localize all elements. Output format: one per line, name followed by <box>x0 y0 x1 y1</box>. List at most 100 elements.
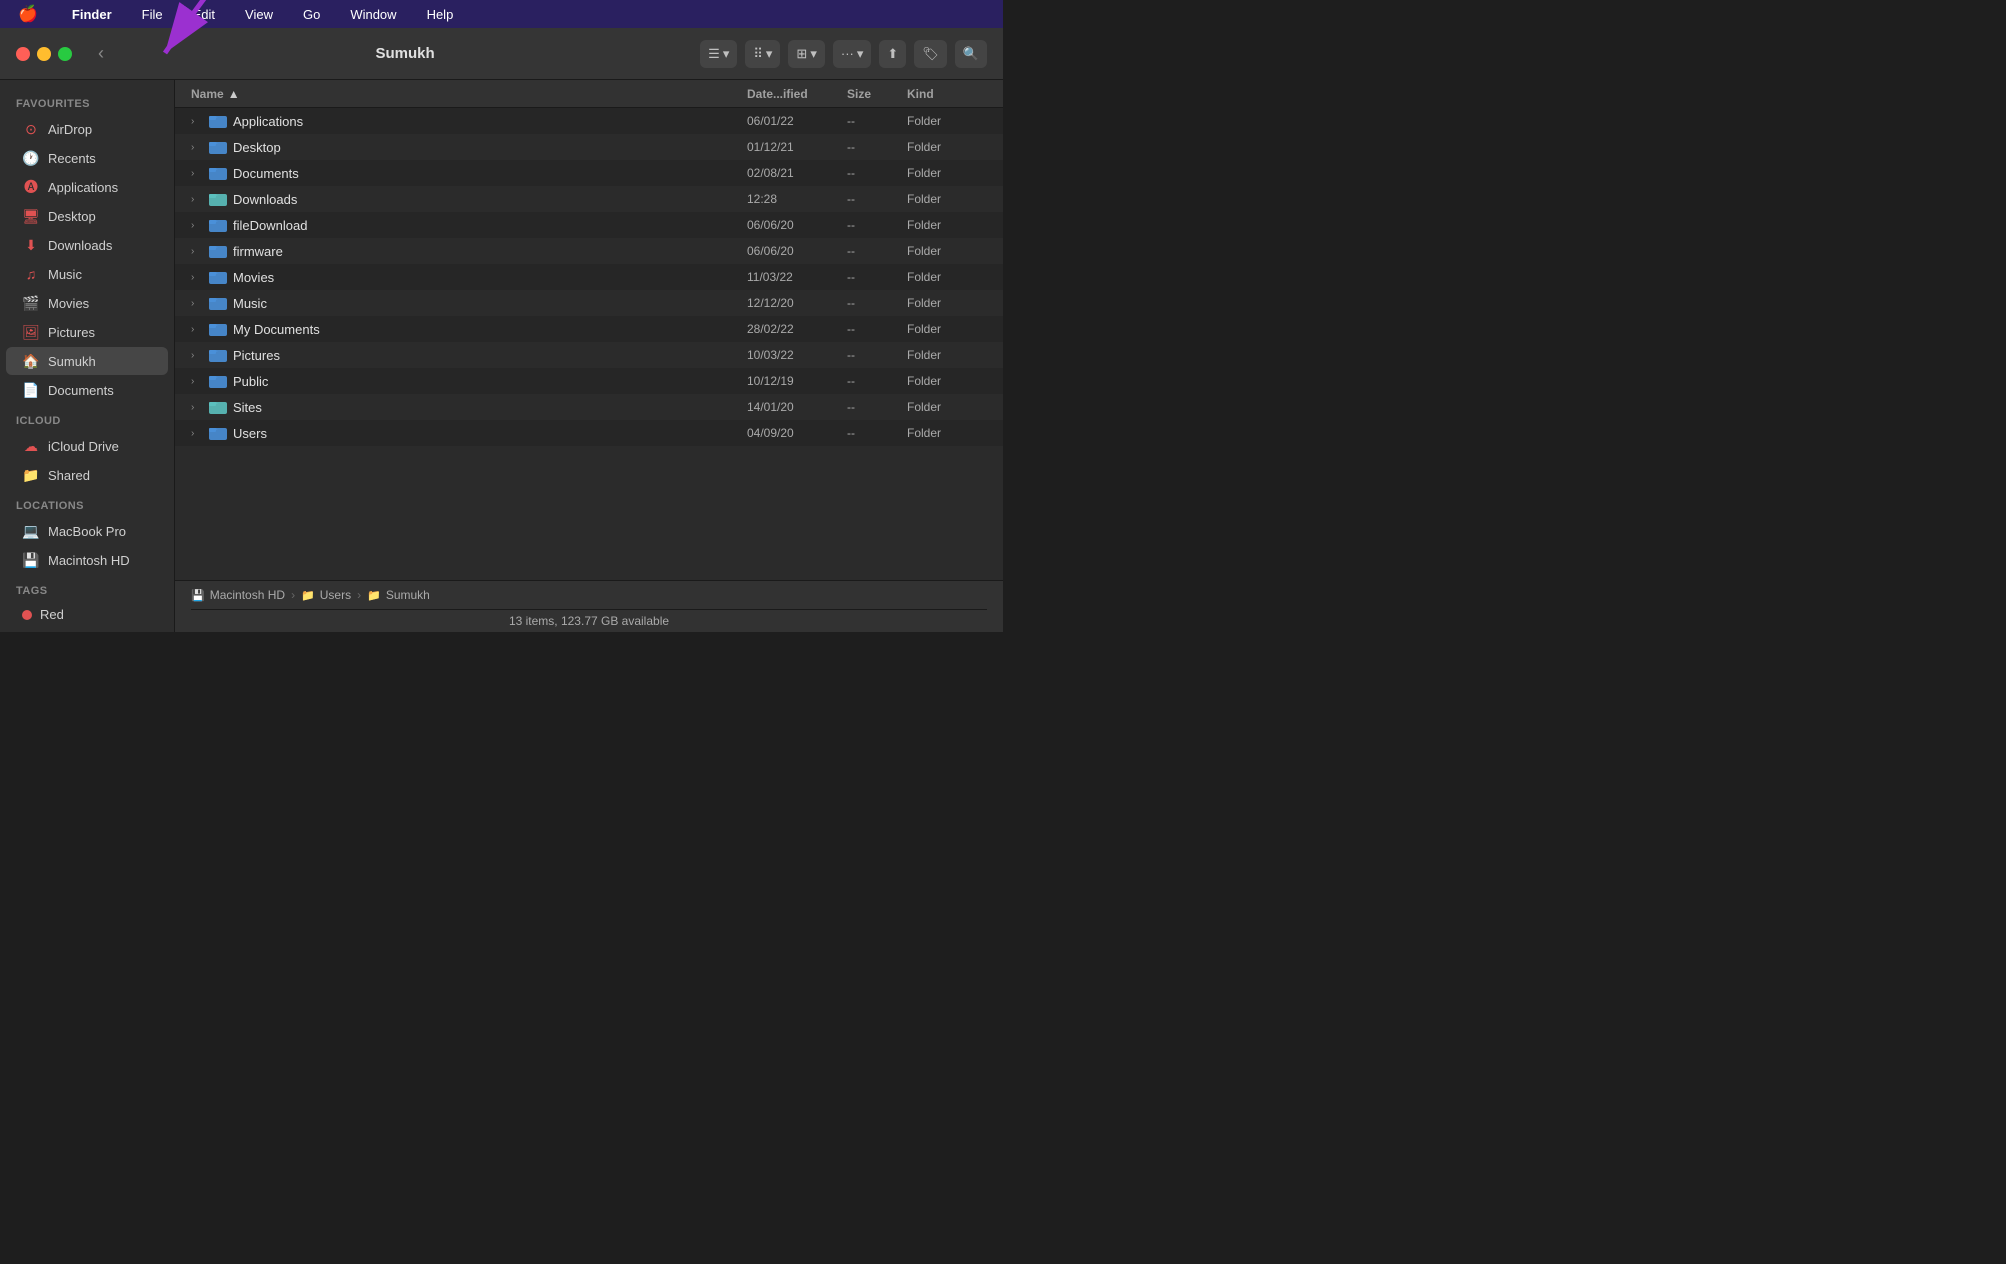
folder-icon <box>209 320 227 338</box>
column-size-header[interactable]: Size <box>847 87 907 101</box>
list-dropdown-icon: ▾ <box>723 46 730 62</box>
sidebar-item-documents[interactable]: 📄 Documents <box>6 376 168 404</box>
sidebar-item-label: Desktop <box>48 209 96 224</box>
folder-icon <box>209 216 227 234</box>
file-size: -- <box>847 296 907 310</box>
sidebar-item-applications[interactable]: 🅐 Applications <box>6 173 168 201</box>
column-kind-header[interactable]: Kind <box>907 87 987 101</box>
minimize-button[interactable] <box>37 47 51 61</box>
zoom-button[interactable] <box>58 47 72 61</box>
folder-icon <box>209 242 227 260</box>
edit-menu[interactable]: Edit <box>187 5 221 24</box>
sidebar-item-recents[interactable]: 🕐 Recents <box>6 144 168 172</box>
sidebar-item-macintosh-hd[interactable]: 💾 Macintosh HD <box>6 546 168 574</box>
file-size: -- <box>847 244 907 258</box>
search-button[interactable]: 🔍 <box>955 40 987 68</box>
window-title: Sumukh <box>122 45 688 62</box>
close-button[interactable] <box>16 47 30 61</box>
breadcrumb-macintosh-hd[interactable]: 💾 Macintosh HD <box>191 588 285 602</box>
expand-chevron[interactable]: › <box>191 402 205 413</box>
sidebar-item-macbook-pro[interactable]: 💻 MacBook Pro <box>6 517 168 545</box>
back-button[interactable]: ‹ <box>92 39 110 68</box>
sidebar-item-label: iCloud Drive <box>48 439 119 454</box>
apple-menu[interactable]: 🍎 <box>12 2 44 26</box>
table-row[interactable]: › firmware 06/06/20 -- Folder <box>175 238 1003 264</box>
expand-chevron[interactable]: › <box>191 220 205 231</box>
expand-chevron[interactable]: › <box>191 350 205 361</box>
help-menu[interactable]: Help <box>421 5 460 24</box>
table-row[interactable]: › Public 10/12/19 -- Folder <box>175 368 1003 394</box>
table-row[interactable]: › Documents 02/08/21 -- Folder <box>175 160 1003 186</box>
grid-dropdown-icon: ▾ <box>810 46 817 62</box>
table-row[interactable]: › Desktop 01/12/21 -- Folder <box>175 134 1003 160</box>
sidebar-item-label: MacBook Pro <box>48 524 126 539</box>
file-kind: Folder <box>907 140 987 154</box>
sidebar-item-movies[interactable]: 🎬 Movies <box>6 289 168 317</box>
breadcrumb-sumukh[interactable]: 📁 Sumukh <box>367 588 430 602</box>
view-hierarchy-button[interactable]: ⠿ ▾ <box>745 40 780 68</box>
folder-icon <box>209 398 227 416</box>
expand-chevron[interactable]: › <box>191 194 205 205</box>
file-date: 04/09/20 <box>747 426 847 440</box>
sidebar-item-pictures[interactable]: 🖼 Pictures <box>6 318 168 346</box>
file-kind: Folder <box>907 322 987 336</box>
expand-chevron[interactable]: › <box>191 168 205 179</box>
file-date: 12/12/20 <box>747 296 847 310</box>
sidebar-item-icloud-drive[interactable]: ☁ iCloud Drive <box>6 432 168 460</box>
table-row[interactable]: › Pictures 10/03/22 -- Folder <box>175 342 1003 368</box>
expand-chevron[interactable]: › <box>191 376 205 387</box>
breadcrumb-users[interactable]: 📁 Users <box>301 588 351 602</box>
sidebar-item-label: Applications <box>48 180 118 195</box>
desktop-icon: 🖥 <box>22 207 40 225</box>
sidebar-item-tag-orange[interactable]: Orange <box>6 628 168 632</box>
expand-chevron[interactable]: › <box>191 324 205 335</box>
sidebar-item-tag-red[interactable]: Red <box>6 602 168 627</box>
table-row[interactable]: › Applications 06/01/22 -- Folder <box>175 108 1003 134</box>
table-row[interactable]: › Sites 14/01/20 -- Folder <box>175 394 1003 420</box>
sidebar-item-shared[interactable]: 📁 Shared <box>6 461 168 489</box>
view-list-button[interactable]: ☰ ▾ <box>700 40 737 68</box>
expand-chevron[interactable]: › <box>191 428 205 439</box>
more-button[interactable]: ··· ▾ <box>833 40 872 68</box>
file-name: Sites <box>233 400 747 415</box>
file-date: 12:28 <box>747 192 847 206</box>
view-menu[interactable]: View <box>239 5 279 24</box>
sidebar-item-desktop[interactable]: 🖥 Desktop <box>6 202 168 230</box>
pictures-icon: 🖼 <box>22 323 40 341</box>
expand-chevron[interactable]: › <box>191 246 205 257</box>
window-menu[interactable]: Window <box>344 5 402 24</box>
column-date-header[interactable]: Date...ified <box>747 87 847 101</box>
view-grid-button[interactable]: ⊞ ▾ <box>788 40 824 68</box>
sidebar-item-music[interactable]: ♫ Music <box>6 260 168 288</box>
sidebar-item-airdrop[interactable]: ⊙ AirDrop <box>6 115 168 143</box>
sidebar-item-sumukh[interactable]: 🏠 Sumukh <box>6 347 168 375</box>
table-row[interactable]: › Movies 11/03/22 -- Folder <box>175 264 1003 290</box>
table-row[interactable]: › Downloads 12:28 -- Folder <box>175 186 1003 212</box>
file-menu[interactable]: File <box>136 5 169 24</box>
sidebar-item-label: Macintosh HD <box>48 553 130 568</box>
folder-icon <box>209 372 227 390</box>
go-menu[interactable]: Go <box>297 5 326 24</box>
table-row[interactable]: › Music 12/12/20 -- Folder <box>175 290 1003 316</box>
file-name: Users <box>233 426 747 441</box>
finder-menu[interactable]: Finder <box>66 5 118 24</box>
breadcrumb-sep-2: › <box>357 588 361 602</box>
expand-chevron[interactable]: › <box>191 298 205 309</box>
table-row[interactable]: › fileDownload 06/06/20 -- Folder <box>175 212 1003 238</box>
table-row[interactable]: › My Documents 28/02/22 -- Folder <box>175 316 1003 342</box>
expand-chevron[interactable]: › <box>191 142 205 153</box>
column-name-header[interactable]: Name ▲ <box>191 87 747 101</box>
expand-chevron[interactable]: › <box>191 272 205 283</box>
file-kind: Folder <box>907 296 987 310</box>
folder-icon <box>209 424 227 442</box>
more-dropdown-icon: ▾ <box>857 46 864 62</box>
breadcrumb: 💾 Macintosh HD › 📁 Users › 📁 Sumukh <box>191 581 987 609</box>
tag-button[interactable]: 🏷 <box>914 40 947 68</box>
laptop-icon: 💻 <box>22 522 40 540</box>
share-button[interactable]: ⬆ <box>879 40 906 68</box>
share-icon: ⬆ <box>887 46 898 62</box>
table-row[interactable]: › Users 04/09/20 -- Folder <box>175 420 1003 446</box>
expand-chevron[interactable]: › <box>191 116 205 127</box>
folder-icon <box>209 164 227 182</box>
sidebar-item-downloads[interactable]: ⬇ Downloads <box>6 231 168 259</box>
